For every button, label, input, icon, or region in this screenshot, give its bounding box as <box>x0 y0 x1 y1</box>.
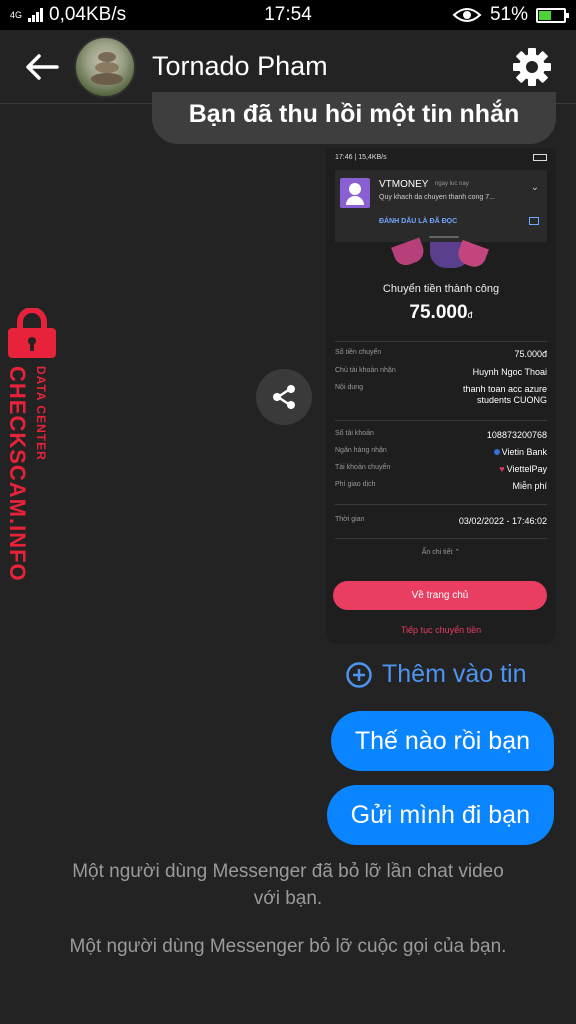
clock: 17:54 <box>264 4 312 25</box>
outgoing-message[interactable]: Thế nào rồi bạn <box>330 711 554 771</box>
signal-icon <box>28 8 44 22</box>
divider <box>335 420 547 421</box>
user-icon <box>340 178 370 208</box>
battery-percent: 51% <box>489 4 528 25</box>
banner-illustration <box>386 237 496 272</box>
divider <box>335 504 547 505</box>
transfer-amount: 75.000đ <box>409 302 473 323</box>
battery-icon <box>536 7 569 23</box>
contact-name[interactable]: Tornado Pham <box>152 51 510 82</box>
heart-icon: ♥ <box>499 464 505 474</box>
eye-icon <box>452 8 482 22</box>
watermark-sub: DATA CENTER <box>34 366 48 461</box>
outgoing-message[interactable]: Gửi mình đi bạn <box>326 785 554 845</box>
system-message-missed-call: Một người dùng Messenger bỏ lỡ cuộc gọi … <box>69 936 507 957</box>
add-to-story-button[interactable]: Thêm vào tin <box>346 660 527 689</box>
watermark: CHECKSCAM.INFO DATA CENTER <box>4 366 48 586</box>
home-button: Về trang chủ <box>333 581 547 610</box>
avatar[interactable] <box>74 35 136 98</box>
chevron-up-icon: ⌃ <box>454 549 461 556</box>
watermark-main: CHECKSCAM.INFO <box>5 366 30 582</box>
add-to-story-label: Thêm vào tin <box>382 660 527 688</box>
chevron-down-icon: ⌄ <box>530 182 539 193</box>
arrow-left-icon[interactable] <box>16 41 68 93</box>
screenshot-status-bar: 17:46 | 15,4KB/s <box>326 148 556 166</box>
divider <box>335 538 547 539</box>
hide-details: Ẩn chi tiết ⌃ <box>421 549 461 556</box>
system-message-missed-video: Một người dùng Messenger đã bỏ lỡ lần ch… <box>72 861 504 909</box>
notification-action: ĐÁNH DẤU LÀ ĐÃ ĐỌC <box>379 218 458 225</box>
notification-time: ngay luc nay <box>435 181 469 187</box>
drag-handle <box>429 236 459 238</box>
shared-screenshot[interactable]: 17:46 | 15,4KB/s VTMONEY ngay luc nay Qu… <box>326 148 556 644</box>
network-speed: 0,04KB/s <box>49 4 127 25</box>
vietin-bank-icon <box>493 449 500 455</box>
gear-icon[interactable] <box>510 45 554 89</box>
window-icon <box>529 217 539 225</box>
battery-icon <box>533 153 547 161</box>
plus-circle-icon <box>346 661 372 688</box>
notification-text: Quy khach da chuyen thanh cong 7... <box>379 194 495 201</box>
divider <box>335 341 547 342</box>
transfer-title: Chuyển tiền thành công <box>382 283 500 295</box>
status-bar: 4G 0,04KB/s 17:54 51% <box>0 0 576 30</box>
continue-transfer-link: Tiếp tục chuyển tiền <box>400 625 482 635</box>
lock-icon <box>8 308 56 358</box>
detail-row: Nội dung thanh toan acc azure students CUO… <box>335 384 547 405</box>
network-type: 4G <box>10 9 23 20</box>
recalled-message[interactable]: Bạn đã thu hồi một tin nhắn <box>152 92 556 144</box>
notification-app: VTMONEY <box>379 179 429 190</box>
share-icon[interactable] <box>256 369 312 425</box>
notification-card: VTMONEY ngay luc nay Quy khach da chuyen… <box>335 170 547 242</box>
